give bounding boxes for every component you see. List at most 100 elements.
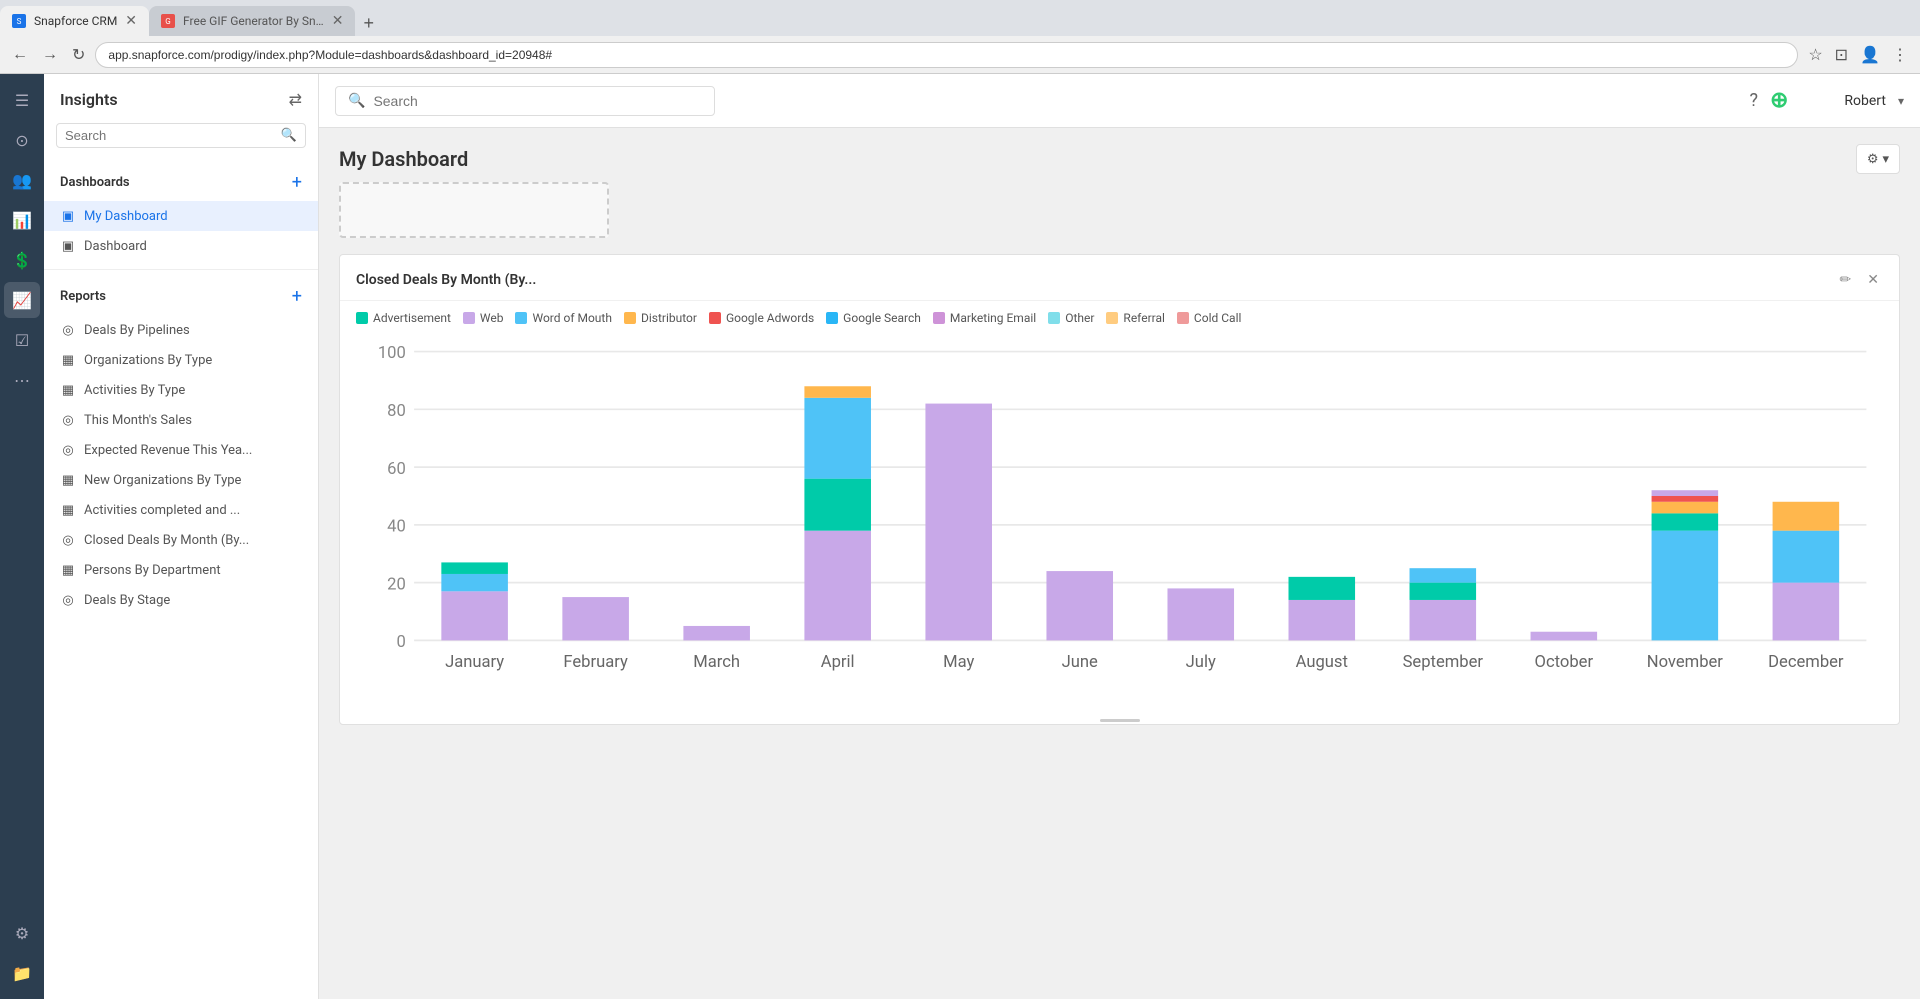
nav-icon-settings[interactable]: ⚙ <box>4 915 40 951</box>
tab-close-gif[interactable]: ✕ <box>332 13 344 29</box>
nav-icon-home[interactable]: ⊙ <box>4 122 40 158</box>
chart-resize-handle[interactable] <box>340 716 1899 724</box>
top-search-input[interactable] <box>373 93 702 109</box>
bar-segment <box>562 597 629 640</box>
sidebar-item-label-2: Activities By Type <box>84 383 302 398</box>
sidebar-search-container: 🔍 <box>44 117 318 160</box>
svg-text:March: March <box>693 653 740 672</box>
nav-icon-more[interactable]: ⋯ <box>4 362 40 398</box>
report-icon-6: ▦ <box>60 502 76 518</box>
nav-icon-deals[interactable]: 💲 <box>4 242 40 278</box>
bar-segment <box>1773 583 1840 641</box>
sidebar-title: Insights <box>60 90 118 109</box>
sidebar-item-dashboard[interactable]: ▣ Dashboard <box>44 231 318 261</box>
nav-icon-files[interactable]: 📁 <box>4 955 40 991</box>
chart-edit-button[interactable]: ✏ <box>1836 269 1856 290</box>
nav-icon-menu[interactable]: ☰ <box>4 82 40 118</box>
bar-segment <box>925 404 992 641</box>
nav-icon-analytics[interactable]: 📊 <box>4 202 40 238</box>
extensions-icon[interactable]: ⋮ <box>1888 43 1912 66</box>
sidebar-item-this-months-sales[interactable]: ◎ This Month's Sales <box>44 405 318 435</box>
report-icon-7: ◎ <box>60 532 76 548</box>
legend-dot <box>709 312 721 324</box>
chart-close-button[interactable]: ✕ <box>1863 269 1883 290</box>
dashboards-add-button[interactable]: + <box>292 172 302 193</box>
add-icon[interactable]: ⊕ <box>1770 88 1788 113</box>
sidebar-item-label-0: Deals By Pipelines <box>84 323 302 338</box>
sidebar-item-persons-by-dept[interactable]: ▦ Persons By Department <box>44 555 318 585</box>
sidebar-item-organizations-by-type[interactable]: ▦ Organizations By Type <box>44 345 318 375</box>
sidebar-search-icon: 🔍 <box>281 128 297 143</box>
bar-segment <box>1046 571 1113 640</box>
svg-text:60: 60 <box>387 460 406 479</box>
bar-segment <box>1410 600 1477 640</box>
profile-icon[interactable]: 👤 <box>1856 43 1884 66</box>
user-menu-chevron[interactable]: ▾ <box>1898 94 1904 108</box>
bar-segment <box>441 574 508 591</box>
help-icon[interactable]: ? <box>1749 90 1758 111</box>
chart-widget-title: Closed Deals By Month (By... <box>356 272 536 288</box>
tab-gif[interactable]: G Free GIF Generator By Sn… ✕ <box>149 6 355 36</box>
address-bar-row: ← → ↻ ☆ ⊡ 👤 ⋮ <box>0 36 1920 74</box>
reports-section-header: Reports + <box>44 278 318 315</box>
svg-text:August: August <box>1296 653 1348 672</box>
sidebar-item-activities-by-type[interactable]: ▦ Activities By Type <box>44 375 318 405</box>
tab-close-snapforce[interactable]: ✕ <box>125 13 137 29</box>
bar-segment <box>1410 583 1477 600</box>
sidebar-item-my-dashboard[interactable]: ▣ My Dashboard <box>44 201 318 231</box>
tab-snapforce[interactable]: S Snapforce CRM ✕ <box>0 6 149 36</box>
closed-deals-chart-widget: Closed Deals By Month (By... ✏ ✕ Adverti… <box>339 254 1900 725</box>
legend-dot <box>1048 312 1060 324</box>
legend-item-web: Web <box>463 311 504 325</box>
legend-item-google-search: Google Search <box>826 311 921 325</box>
report-icon-3: ◎ <box>60 412 76 428</box>
tab-favicon-snapforce: S <box>12 14 26 28</box>
sidebar-item-label-1: Organizations By Type <box>84 353 302 368</box>
bar-segment <box>441 562 508 574</box>
svg-text:100: 100 <box>378 344 406 363</box>
reports-add-button[interactable]: + <box>292 286 302 307</box>
nav-icon-contacts[interactable]: 👥 <box>4 162 40 198</box>
report-icon-1: ▦ <box>60 352 76 368</box>
forward-button[interactable]: → <box>38 44 62 66</box>
user-name[interactable]: Robert <box>1844 93 1886 109</box>
sidebar-item-activities-completed[interactable]: ▦ Activities completed and ... <box>44 495 318 525</box>
legend-item-other: Other <box>1048 311 1094 325</box>
dashboards-section-header: Dashboards + <box>44 164 318 201</box>
sidebar-filter-icon[interactable]: ⇄ <box>289 90 302 109</box>
sidebar-item-new-organizations[interactable]: ▦ New Organizations By Type <box>44 465 318 495</box>
cast-icon[interactable]: ⊡ <box>1831 43 1852 66</box>
sidebar-item-label-9: Deals By Stage <box>84 593 302 608</box>
chart-widget-header: Closed Deals By Month (By... ✏ ✕ <box>340 255 1899 301</box>
sidebar-item-deals-by-stage[interactable]: ◎ Deals By Stage <box>44 585 318 615</box>
legend-dot <box>515 312 527 324</box>
report-icon-4: ◎ <box>60 442 76 458</box>
reports-section: Reports + ◎ Deals By Pipelines ▦ Organiz… <box>44 274 318 619</box>
svg-text:November: November <box>1647 653 1724 672</box>
new-tab-button[interactable]: + <box>355 13 382 34</box>
sidebar-search-input[interactable] <box>65 128 275 143</box>
dashboards-section-title: Dashboards <box>60 175 130 190</box>
back-button[interactable]: ← <box>8 44 32 66</box>
page-settings-button[interactable]: ⚙ ▾ <box>1856 144 1900 174</box>
legend-dot <box>933 312 945 324</box>
nav-icon-activities[interactable]: ☑ <box>4 322 40 358</box>
resize-indicator <box>1100 719 1140 722</box>
legend-dot <box>356 312 368 324</box>
content-area: Closed Deals By Month (By... ✏ ✕ Adverti… <box>319 182 1920 999</box>
page-header: My Dashboard ⚙ ▾ <box>319 128 1920 182</box>
chevron-down-icon: ▾ <box>1882 151 1889 167</box>
bar-segment <box>1288 577 1355 600</box>
sidebar: Insights ⇄ 🔍 Dashboards + ▣ My Dashboard… <box>44 74 319 999</box>
svg-text:20: 20 <box>387 575 406 594</box>
bar-segment <box>1288 600 1355 640</box>
address-input[interactable] <box>95 42 1798 68</box>
sidebar-item-expected-revenue[interactable]: ◎ Expected Revenue This Yea... <box>44 435 318 465</box>
sidebar-item-closed-deals[interactable]: ◎ Closed Deals By Month (By... <box>44 525 318 555</box>
bookmark-icon[interactable]: ☆ <box>1804 43 1826 66</box>
icon-nav: ☰ ⊙ 👥 📊 💲 📈 ☑ ⋯ ⚙ 📁 <box>0 74 44 999</box>
nav-icon-reports[interactable]: 📈 <box>4 282 40 318</box>
page-title: My Dashboard <box>339 147 468 171</box>
reload-button[interactable]: ↻ <box>68 43 89 67</box>
sidebar-item-deals-by-pipelines[interactable]: ◎ Deals By Pipelines <box>44 315 318 345</box>
